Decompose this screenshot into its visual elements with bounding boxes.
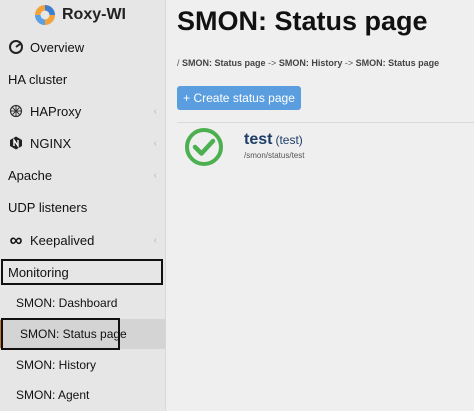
sidebar-subitem-smon-agent[interactable]: SMON: Agent (0, 380, 165, 410)
sidebar-subitem-label: SMON: Dashboard (16, 296, 118, 310)
status-page-name[interactable]: test (244, 131, 272, 148)
infinity-icon: ∞ (9, 229, 23, 250)
breadcrumb-separator: -> (268, 58, 277, 68)
breadcrumb-separator: -> (344, 58, 354, 68)
breadcrumb-current: SMON: Status page (355, 58, 440, 68)
brand[interactable]: Roxy-WI (0, 0, 165, 30)
highlight-box-status-page (1, 318, 120, 350)
sidebar-item-apache[interactable]: Apache ‹ (0, 160, 165, 190)
breadcrumb-link-status-page[interactable]: SMON: Status page (182, 58, 266, 68)
status-page-title[interactable]: test (test) (244, 131, 303, 149)
page-title: SMON: Status page (177, 6, 428, 36)
sidebar-item-udp-listeners[interactable]: UDP listeners (0, 192, 165, 222)
sidebar-item-label: UDP listeners (8, 199, 88, 215)
chevron-icon: ‹ (153, 234, 157, 246)
sidebar-item-label: Keepalived (30, 232, 95, 248)
sidebar-item-haproxy[interactable]: HAProxy ‹ (0, 96, 165, 126)
roxy-wi-logo-icon (35, 5, 55, 25)
sidebar-item-label: HAProxy (30, 103, 82, 119)
chevron-icon: ‹ (153, 105, 157, 117)
divider (177, 122, 474, 123)
brand-name: Roxy-WI (62, 6, 126, 23)
sidebar-item-overview[interactable]: Overview (0, 32, 165, 62)
create-status-page-button[interactable]: + Create status page (177, 86, 301, 110)
status-page-card[interactable]: test (test) /smon/status/test (180, 124, 380, 170)
sidebar-item-keepalived[interactable]: ∞ Keepalived ‹ (0, 225, 165, 255)
nginx-icon (8, 135, 24, 151)
check-circle-icon (185, 128, 223, 166)
sidebar-subitem-smon-history[interactable]: SMON: History (0, 350, 165, 380)
highlight-box-monitoring (1, 259, 163, 285)
sidebar-item-label: HA cluster (8, 71, 68, 87)
sidebar-item-nginx[interactable]: NGINX ‹ (0, 128, 165, 158)
sidebar-subitem-label: SMON: Agent (16, 388, 90, 402)
sidebar-item-label: Overview (30, 39, 85, 55)
haproxy-icon (8, 103, 24, 119)
breadcrumb: / SMON: Status page -> SMON: History -> … (177, 58, 439, 68)
sidebar: Roxy-WI Overview HA cluster HAProxy ‹ NG… (0, 0, 166, 411)
dashboard-icon (8, 39, 24, 55)
sidebar-item-label: Apache (8, 167, 53, 183)
sidebar-subitem-label: SMON: History (16, 358, 97, 372)
sidebar-item-label: NGINX (30, 135, 72, 151)
status-page-desc: (test) (275, 133, 303, 147)
breadcrumb-link-history[interactable]: SMON: History (279, 58, 343, 68)
sidebar-item-ha-cluster[interactable]: HA cluster (0, 64, 165, 94)
breadcrumb-root: / (177, 58, 180, 68)
chevron-icon: ‹ (153, 137, 157, 149)
status-page-path[interactable]: /smon/status/test (244, 151, 304, 160)
chevron-icon: ‹ (153, 169, 157, 181)
sidebar-subitem-smon-dashboard[interactable]: SMON: Dashboard (0, 288, 165, 318)
